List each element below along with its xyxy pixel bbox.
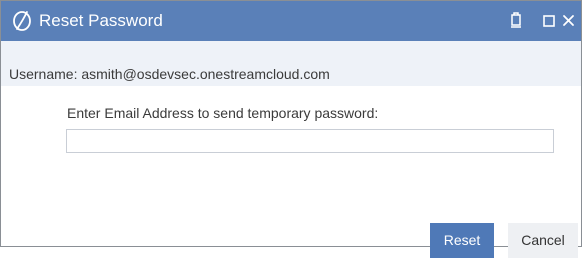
dialog-titlebar: Reset Password	[1, 1, 581, 41]
email-prompt: Enter Email Address to send temporary pa…	[67, 105, 379, 121]
reset-button-label: Reset	[443, 232, 481, 248]
username-label: Username: asmith@osdevsec.onestreamcloud…	[9, 66, 330, 82]
pin-icon[interactable]	[506, 11, 526, 31]
cancel-button[interactable]: Cancel	[508, 223, 578, 258]
user-info-bar: Username: asmith@osdevsec.onestreamcloud…	[1, 41, 581, 86]
email-field[interactable]	[66, 129, 554, 153]
cancel-button-label: Cancel	[521, 232, 565, 248]
reset-password-dialog: Reset Password Username: asmith@osdevsec…	[0, 0, 582, 258]
reset-button[interactable]: Reset	[430, 223, 494, 258]
app-logo-icon	[11, 10, 33, 32]
dialog-title: Reset Password	[39, 11, 163, 30]
close-icon[interactable]	[559, 11, 579, 31]
maximize-icon[interactable]	[539, 11, 559, 31]
